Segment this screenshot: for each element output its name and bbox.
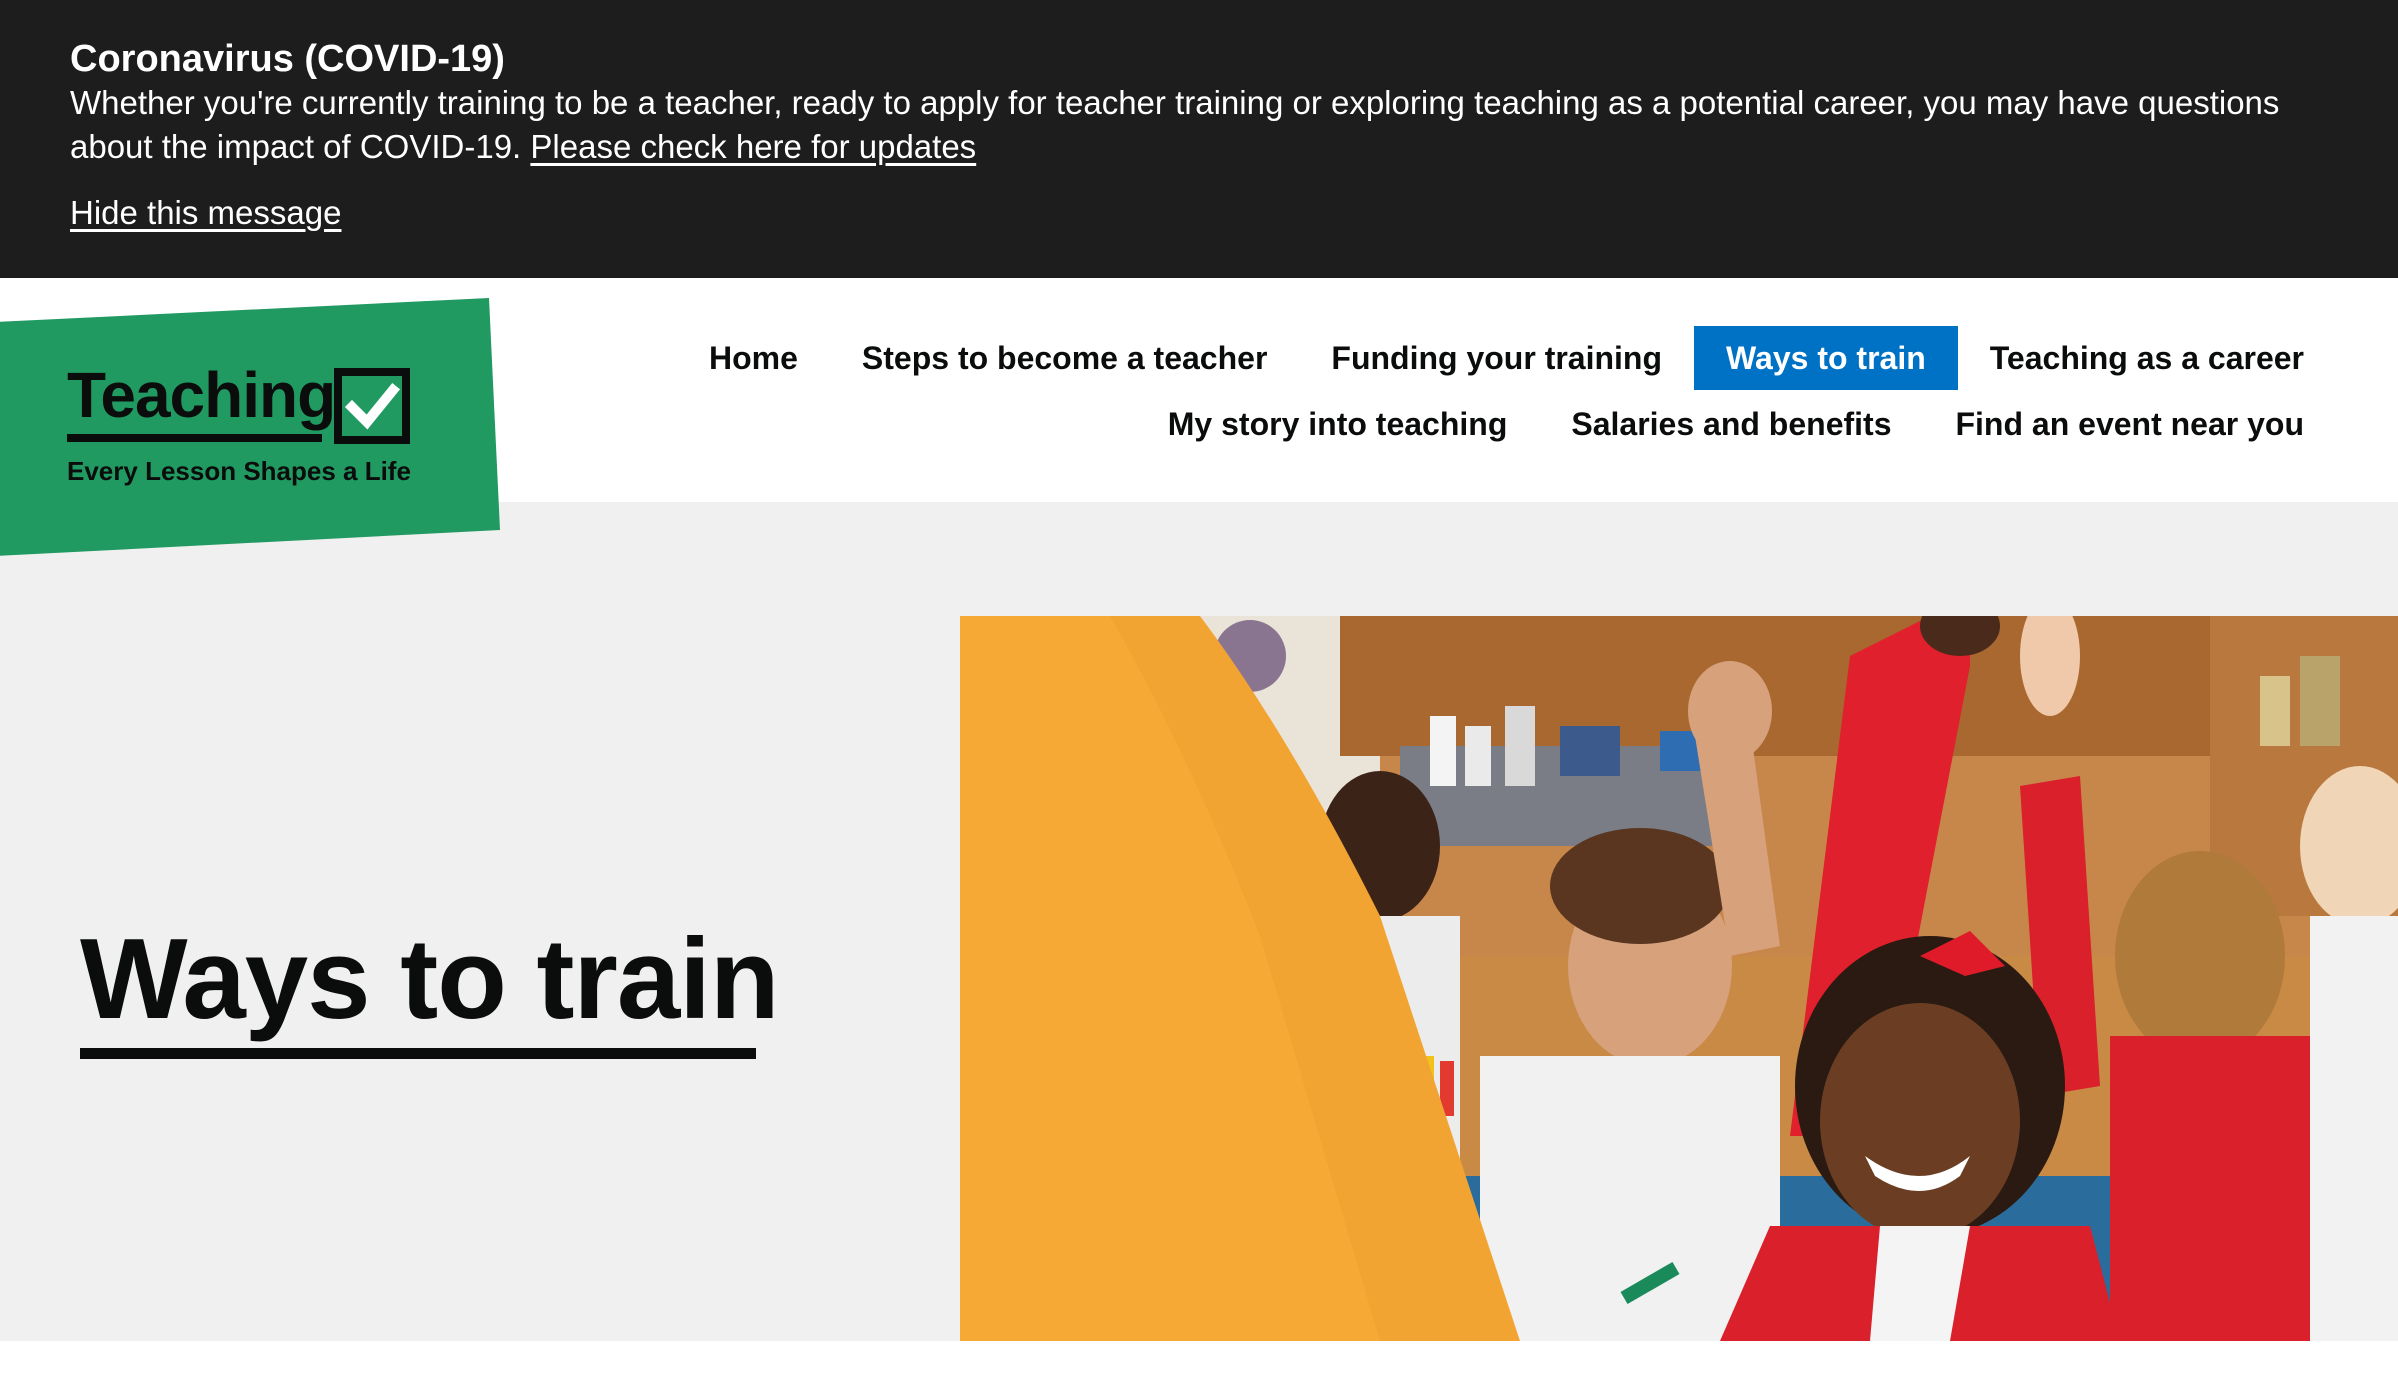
nav-my-story-into-teaching[interactable]: My story into teaching [1136,392,1540,456]
nav-teaching-as-a-career[interactable]: Teaching as a career [1958,326,2336,390]
primary-nav-row-2: My story into teaching Salaries and bene… [1136,392,2336,456]
hide-message-link[interactable]: Hide this message [70,194,341,231]
covid-updates-link[interactable]: Please check here for updates [530,128,976,165]
covid-banner: Coronavirus (COVID-19) Whether you're cu… [0,0,2398,278]
nav-find-an-event-near-you[interactable]: Find an event near you [1923,392,2336,456]
covid-banner-body: Whether you're currently training to be … [70,81,2328,169]
nav-salaries-and-benefits[interactable]: Salaries and benefits [1539,392,1923,456]
covid-banner-title: Coronavirus (COVID-19) [70,38,505,80]
hero-image [960,616,2398,1341]
logo-tagline: Every Lesson Shapes a Life [67,456,411,486]
page-bottom-strip [0,1341,2398,1386]
page-title-underline [80,1048,756,1059]
site-logo[interactable]: Teaching Every Lesson Shapes a Life [0,290,506,560]
logo-wordmark: Teaching [67,359,335,431]
nav-funding-your-training[interactable]: Funding your training [1299,326,1694,390]
page-title: Ways to train [80,916,780,1043]
covid-banner-text: Whether you're currently training to be … [70,84,2280,165]
nav-home[interactable]: Home [677,326,830,390]
nav-steps-to-become-a-teacher[interactable]: Steps to become a teacher [830,326,1299,390]
primary-nav-row-1: Home Steps to become a teacher Funding y… [677,326,2336,390]
nav-ways-to-train[interactable]: Ways to train [1694,326,1958,390]
